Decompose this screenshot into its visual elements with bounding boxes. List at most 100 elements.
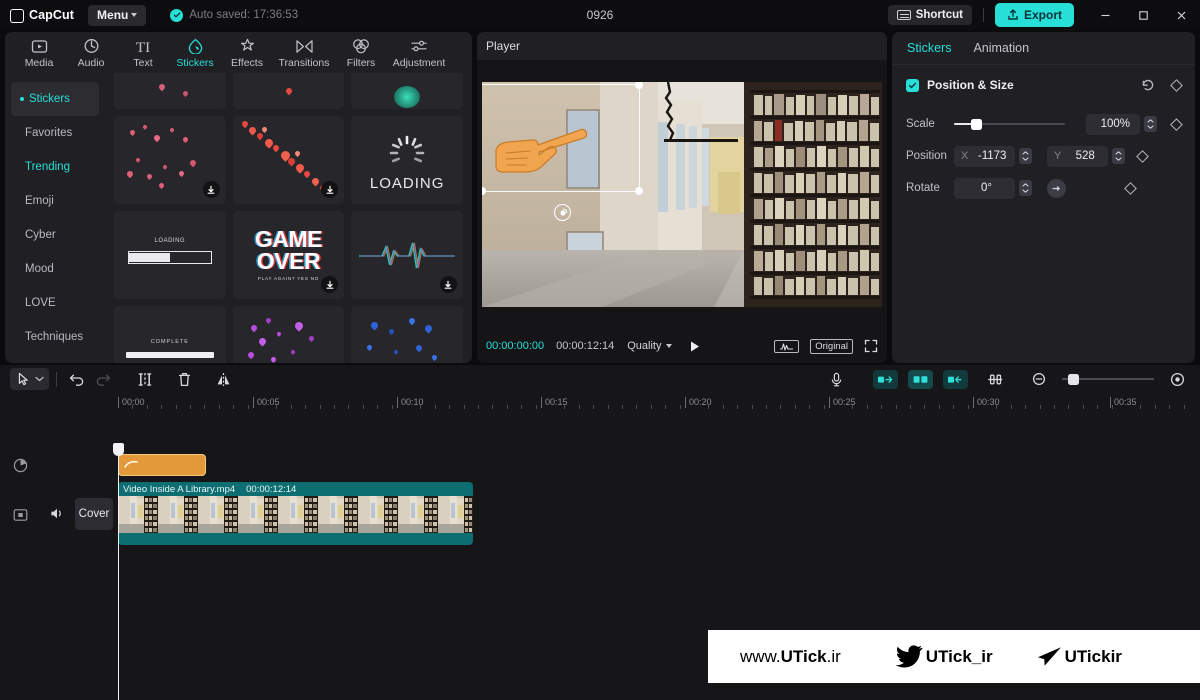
- rotate-row: Rotate 0°: [906, 172, 1181, 204]
- rotate-keyframe-icon[interactable]: [1124, 181, 1137, 195]
- sidebar-item-trending[interactable]: Trending: [11, 150, 99, 184]
- sticker-thumb-loading-bar[interactable]: LOADING: [114, 211, 226, 299]
- sticker-thumb-complete[interactable]: COMPLETE: [114, 306, 226, 363]
- cover-button[interactable]: Cover: [75, 498, 113, 530]
- sidebar-item-love[interactable]: LOVE: [11, 286, 99, 320]
- ruler-tick: [218, 405, 220, 409]
- tab-adjustment[interactable]: Adjustment: [387, 37, 451, 69]
- sticker-thumb-pink-hearts[interactable]: [114, 116, 226, 204]
- filmstrip-frame: [358, 496, 398, 533]
- export-button[interactable]: Export: [994, 3, 1074, 27]
- sticker-thumb-waveform[interactable]: [351, 211, 463, 299]
- aspect-ratio-button[interactable]: Original: [810, 338, 853, 354]
- sidebar-item-mood[interactable]: Mood: [11, 252, 99, 286]
- sticker-thumb-red-hearts[interactable]: [232, 116, 345, 204]
- tab-effects[interactable]: Effects: [221, 37, 273, 69]
- mute-button[interactable]: [50, 507, 65, 523]
- maximize-button[interactable]: [1124, 0, 1162, 30]
- close-button[interactable]: [1162, 0, 1200, 30]
- tab-animation[interactable]: Animation: [973, 41, 1029, 55]
- mirror-button[interactable]: [210, 368, 236, 390]
- playhead-knob[interactable]: [113, 443, 124, 456]
- scale-keyframe-icon[interactable]: [1170, 117, 1183, 131]
- tab-audio[interactable]: Audio: [65, 37, 117, 69]
- position-y-field[interactable]: Y 528: [1047, 145, 1108, 167]
- sticker-thumb-purple-hearts[interactable]: [232, 306, 345, 363]
- tab-stickers[interactable]: Stickers: [169, 37, 221, 69]
- watermark-telegram-handle: UTickir: [1064, 646, 1122, 666]
- playhead[interactable]: [113, 443, 124, 700]
- position-x-stepper[interactable]: [1019, 148, 1032, 164]
- sidebar-item-favorites[interactable]: Favorites: [11, 116, 99, 150]
- slider-thumb[interactable]: [971, 118, 982, 130]
- tab-text[interactable]: TI Text: [117, 37, 169, 69]
- scale-stepper[interactable]: [1144, 116, 1158, 132]
- scale-value-field[interactable]: 100%: [1086, 113, 1141, 135]
- timeline-zoom-slider[interactable]: [1062, 372, 1154, 386]
- chevron-down-icon[interactable]: [33, 376, 46, 382]
- download-icon[interactable]: [202, 181, 220, 198]
- clip-edit-right-button[interactable]: [943, 369, 968, 389]
- rotate-stepper[interactable]: [1019, 180, 1032, 196]
- quality-dropdown[interactable]: Quality: [627, 340, 672, 352]
- audio-waveform-button[interactable]: [774, 339, 800, 353]
- clip-edit-left-button[interactable]: [873, 369, 898, 389]
- slider-thumb[interactable]: [1068, 373, 1079, 385]
- tab-transitions[interactable]: Transitions: [273, 37, 335, 69]
- zoom-out-button[interactable]: [1026, 368, 1052, 390]
- split-button[interactable]: [132, 368, 158, 390]
- tab-stickers-properties[interactable]: Stickers: [907, 41, 951, 55]
- menu-label: Menu: [97, 8, 129, 22]
- capcut-logo-icon: [10, 9, 24, 23]
- ruler-tick: [1025, 405, 1027, 409]
- position-keyframe-icon[interactable]: [1136, 149, 1149, 163]
- menu-button[interactable]: Menu: [88, 4, 147, 26]
- position-x-field[interactable]: X -1173: [954, 145, 1015, 167]
- sticker-grid-scroll[interactable]: LOADING LOADING GAME OVER PLAY AGAIN? YE…: [105, 73, 472, 363]
- player-stage[interactable]: [477, 60, 887, 329]
- filmstrip-frame: [438, 496, 473, 533]
- position-y-stepper[interactable]: [1112, 148, 1125, 164]
- ruler-tick: [146, 405, 148, 409]
- zoom-fit-button[interactable]: [1164, 368, 1190, 390]
- resize-handle-br[interactable]: [635, 187, 643, 195]
- download-icon[interactable]: [439, 276, 457, 293]
- minimize-button[interactable]: [1086, 0, 1124, 30]
- sticker-thumb-game-over[interactable]: GAME OVER PLAY AGAIN? YES NO: [232, 211, 345, 299]
- video-clip[interactable]: Video Inside A Library.mp4 00:00:12:14: [118, 482, 473, 545]
- rotate-handle-icon[interactable]: [554, 204, 571, 221]
- clip-edit-center-button[interactable]: [908, 369, 933, 389]
- sidebar-item-stickers[interactable]: Stickers: [11, 82, 99, 116]
- delete-button[interactable]: [171, 368, 197, 390]
- sticker-thumb-partial-3[interactable]: [351, 73, 463, 109]
- sticker-selection-box[interactable]: [482, 82, 643, 195]
- sticker-thumb-partial-1[interactable]: [114, 73, 226, 109]
- sticker-thumb-loading-spinner[interactable]: LOADING: [351, 116, 463, 204]
- redo-button[interactable]: [90, 368, 116, 390]
- link-clips-button[interactable]: [982, 368, 1008, 390]
- fullscreen-button[interactable]: [864, 339, 878, 353]
- undo-button[interactable]: [64, 368, 90, 390]
- sticker-thumb-blue-hearts[interactable]: [351, 306, 463, 363]
- sticker-track-icon[interactable]: [0, 455, 40, 475]
- microphone-button[interactable]: [823, 368, 849, 390]
- rotate-value-field[interactable]: 0°: [954, 177, 1015, 199]
- rotate-dial[interactable]: [1047, 178, 1066, 198]
- video-canvas[interactable]: [482, 82, 882, 307]
- sidebar-item-cyber[interactable]: Cyber: [11, 218, 99, 252]
- reset-icon[interactable]: [1141, 78, 1155, 92]
- play-button[interactable]: [688, 340, 701, 353]
- sticker-thumb-partial-2[interactable]: [232, 73, 345, 109]
- tab-media[interactable]: Media: [13, 37, 65, 69]
- select-tool-button[interactable]: [10, 368, 49, 390]
- timeline-ruler[interactable]: 00:00 00:05 00:10 00:15 00:20 00:25 00:3…: [0, 393, 1200, 415]
- keyframe-diamond-icon[interactable]: [1170, 78, 1183, 92]
- sidebar-item-emoji[interactable]: Emoji: [11, 184, 99, 218]
- video-track-icon[interactable]: [0, 505, 40, 525]
- scale-slider[interactable]: [954, 117, 1066, 131]
- sticker-clip[interactable]: [118, 454, 206, 476]
- sidebar-item-techniques[interactable]: Techniques: [11, 320, 99, 354]
- position-size-checkbox[interactable]: [906, 78, 919, 92]
- shortcut-button[interactable]: Shortcut: [887, 5, 972, 25]
- tab-filters[interactable]: Filters: [335, 37, 387, 69]
